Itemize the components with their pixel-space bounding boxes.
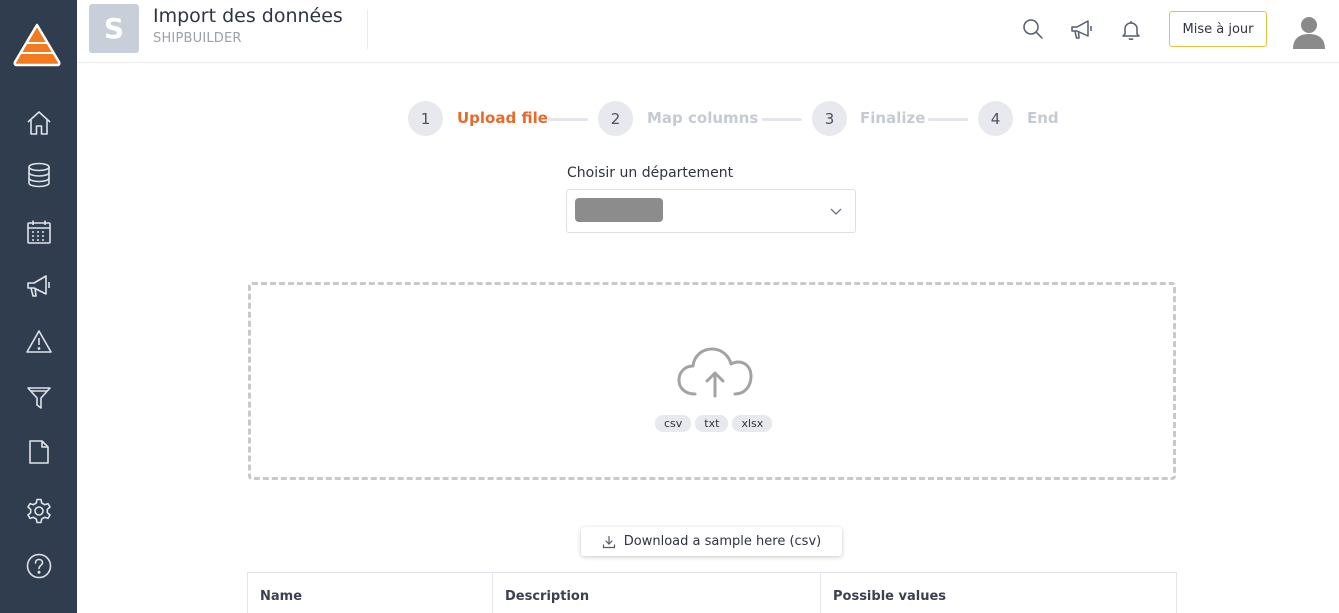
step-2-circle: 2 bbox=[598, 101, 633, 136]
columns-table: Name Description Possible values bbox=[247, 572, 1177, 613]
document-icon bbox=[28, 440, 49, 464]
sidebar-item-alerts[interactable] bbox=[0, 320, 77, 364]
help-icon bbox=[26, 553, 51, 579]
chevron-down-icon bbox=[830, 208, 842, 215]
file-dropzone[interactable]: csv txt xlsx bbox=[248, 282, 1176, 480]
download-sample-label: Download a sample here (csv) bbox=[623, 534, 822, 549]
department-select[interactable] bbox=[566, 189, 856, 233]
step-connector bbox=[762, 118, 802, 121]
column-header-name: Name bbox=[248, 573, 493, 613]
sidebar bbox=[0, 0, 77, 613]
gear-icon bbox=[26, 498, 51, 524]
department-label: Choisir un département bbox=[567, 165, 734, 181]
bell-icon[interactable] bbox=[1119, 18, 1143, 42]
redacted-selected-value bbox=[575, 198, 663, 222]
sidebar-item-home[interactable] bbox=[0, 101, 77, 145]
cloud-upload-icon bbox=[677, 347, 753, 398]
search-icon[interactable] bbox=[1021, 17, 1045, 41]
file-type-tag: txt bbox=[695, 415, 729, 432]
header-divider bbox=[367, 9, 368, 49]
step-1-circle: 1 bbox=[408, 101, 443, 136]
column-header-description: Description bbox=[493, 573, 821, 613]
sidebar-item-database[interactable] bbox=[0, 153, 77, 197]
sidebar-item-campaigns[interactable] bbox=[0, 264, 77, 308]
download-sample-button[interactable]: Download a sample here (csv) bbox=[581, 527, 842, 556]
sidebar-item-documents[interactable] bbox=[0, 430, 77, 474]
step-2-label: Map columns bbox=[647, 109, 759, 127]
file-type-tag: xlsx bbox=[732, 415, 773, 432]
step-connector bbox=[928, 118, 968, 121]
sidebar-item-help[interactable] bbox=[0, 544, 77, 588]
user-avatar-icon[interactable] bbox=[1290, 12, 1328, 50]
step-1-label: Upload file bbox=[457, 109, 548, 127]
update-button[interactable]: Mise à jour bbox=[1169, 11, 1267, 47]
workspace-name: SHIPBUILDER bbox=[153, 31, 242, 46]
top-header: S Import des données SHIPBUILDER Mise à … bbox=[77, 0, 1339, 63]
filter-icon bbox=[26, 387, 51, 409]
column-header-possible-values: Possible values bbox=[833, 589, 947, 604]
file-type-tags: csv txt xlsx bbox=[655, 415, 773, 432]
sidebar-item-calendar[interactable] bbox=[0, 210, 77, 254]
warning-icon bbox=[25, 330, 52, 353]
workspace-avatar: S bbox=[89, 4, 139, 53]
page-title: Import des données bbox=[153, 5, 343, 27]
download-icon bbox=[602, 535, 615, 548]
megaphone-icon[interactable] bbox=[1070, 18, 1094, 42]
step-4-circle: 4 bbox=[978, 101, 1013, 136]
step-3-label: Finalize bbox=[860, 109, 926, 127]
step-3-circle: 3 bbox=[812, 101, 847, 136]
app-logo[interactable] bbox=[12, 22, 62, 68]
sidebar-item-settings[interactable] bbox=[0, 489, 77, 533]
database-icon bbox=[27, 162, 50, 188]
home-icon bbox=[26, 111, 51, 135]
megaphone-icon bbox=[26, 275, 50, 297]
step-connector bbox=[548, 118, 588, 121]
sidebar-item-funnel[interactable] bbox=[0, 375, 77, 419]
calendar-icon bbox=[26, 220, 51, 244]
file-type-tag: csv bbox=[655, 415, 692, 432]
step-4-label: End bbox=[1027, 109, 1059, 127]
